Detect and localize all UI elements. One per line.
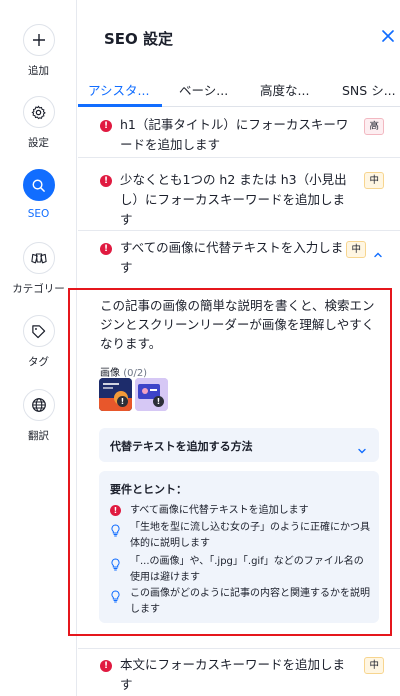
category-icon — [22, 242, 55, 274]
error-icon: ! — [100, 120, 112, 132]
highlight-frame — [68, 288, 392, 636]
tab-basic[interactable]: ベーシ... — [179, 80, 228, 99]
globe-icon — [22, 389, 55, 421]
check-text: 本文にフォーカスキーワードを追加します — [120, 657, 346, 692]
rail-item-label: カテゴリー — [12, 283, 65, 295]
check-text: すべての画像に代替テキストを入力します — [120, 240, 344, 275]
seo-check-item[interactable]: ! h1（記事タイトル）にフォーカスキーワードを追加します 高 — [78, 108, 400, 158]
check-text: h1（記事タイトル）にフォーカスキーワードを追加します — [120, 117, 349, 152]
rail-item-translate[interactable]: 翻訳 — [0, 389, 77, 443]
tab-advanced[interactable]: 高度な... — [260, 80, 309, 99]
gear-icon — [22, 96, 55, 128]
rail-item-label: 翻訳 — [28, 430, 49, 442]
rail-item-label: SEO — [27, 208, 50, 220]
tab-indicator — [78, 104, 162, 107]
check-text: 少なくとも1つの h2 または h3（小見出し）にフォーカスキーワードを追加しま… — [120, 172, 347, 227]
seo-check-item[interactable]: ! 本文にフォーカスキーワードを追加します 中 — [78, 648, 400, 696]
rail-item-seo[interactable]: SEO — [0, 169, 77, 220]
tab-bar: アシスタ... ベーシ... 高度な... SNS シ... — [78, 76, 400, 107]
tab-assistant[interactable]: アシスタ... — [88, 80, 149, 99]
error-icon: ! — [100, 243, 112, 255]
plus-icon — [22, 24, 55, 56]
priority-badge: 中 — [364, 657, 384, 674]
error-icon: ! — [100, 660, 112, 672]
search-icon — [22, 169, 55, 201]
priority-badge: 中 — [346, 241, 366, 258]
chevron-up-icon[interactable] — [373, 245, 383, 258]
priority-badge: 高 — [364, 118, 384, 135]
rail-item-settings[interactable]: 設定 — [0, 96, 77, 150]
rail-item-label: 設定 — [28, 137, 49, 149]
rail-item-add[interactable]: 追加 — [0, 24, 77, 78]
rail-item-tags[interactable]: タグ — [0, 315, 77, 369]
close-icon[interactable] — [380, 28, 396, 44]
rail-item-label: 追加 — [28, 65, 49, 77]
priority-badge: 中 — [364, 172, 384, 189]
rail-item-label: タグ — [28, 356, 49, 368]
error-icon: ! — [100, 175, 112, 187]
panel-title: SEO 設定 — [104, 30, 174, 48]
left-rail: 追加 設定 SEO カテゴリー タグ 翻訳 — [0, 0, 77, 696]
seo-check-item[interactable]: ! 少なくとも1つの h2 または h3（小見出し）にフォーカスキーワードを追加… — [78, 158, 400, 231]
rail-item-category[interactable]: カテゴリー — [0, 242, 77, 296]
tab-social[interactable]: SNS シ... — [342, 80, 396, 99]
tag-icon — [22, 315, 55, 347]
